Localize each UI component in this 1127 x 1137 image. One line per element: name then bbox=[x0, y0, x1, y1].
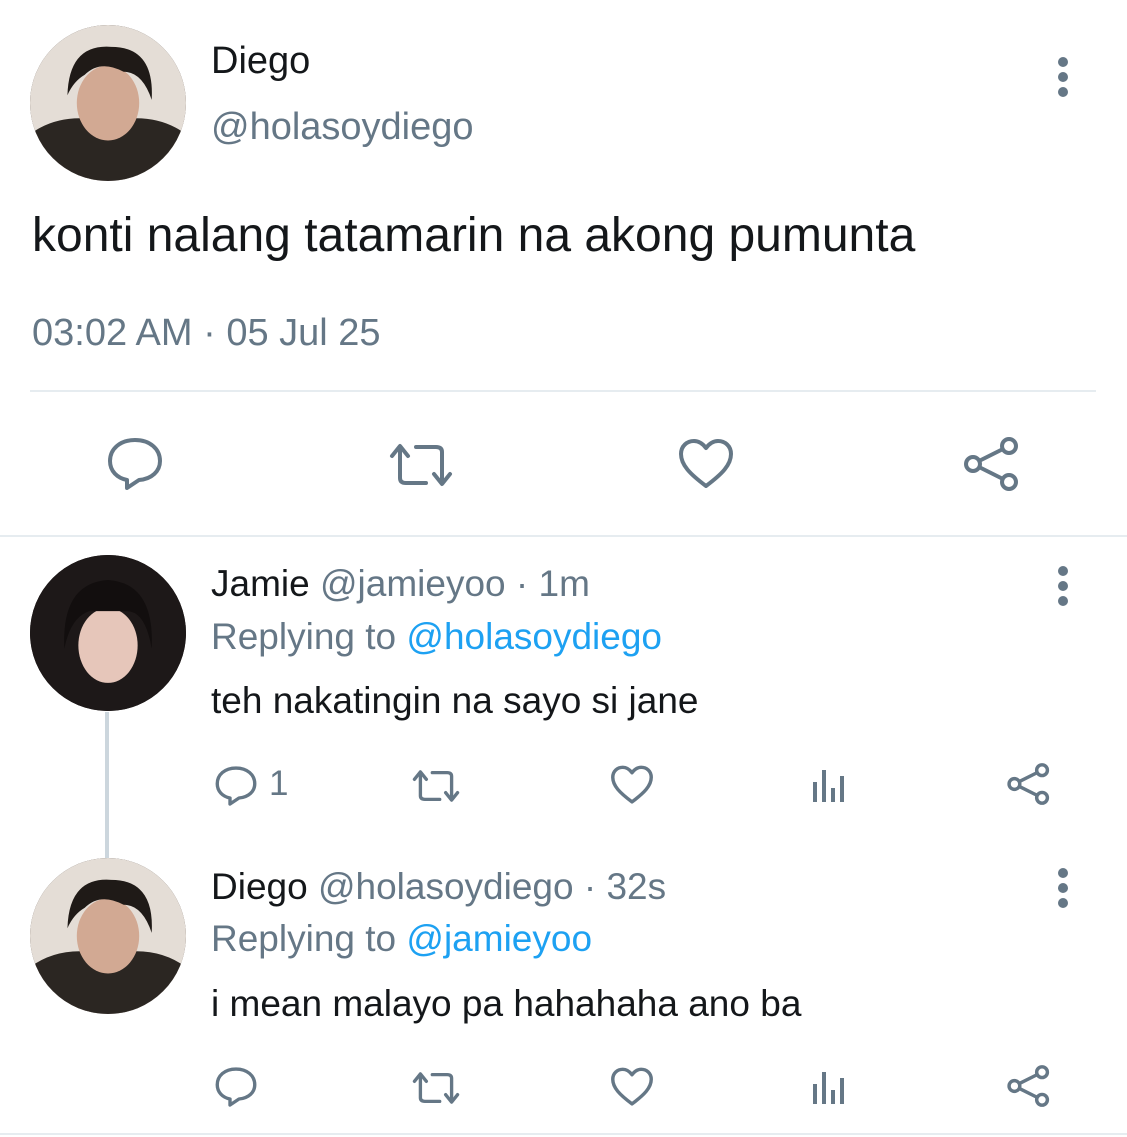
retweet-icon[interactable] bbox=[410, 1070, 462, 1106]
reply-header: Diego @holasoydiego · 32s bbox=[211, 866, 666, 908]
share-icon[interactable] bbox=[1006, 762, 1052, 806]
retweet-icon[interactable] bbox=[386, 442, 456, 488]
author-handle[interactable]: @holasoydiego bbox=[211, 106, 474, 149]
section-divider bbox=[0, 535, 1127, 537]
reply-count: 1 bbox=[269, 764, 289, 803]
tweet-text: konti nalang tatamarin na akong pumunta bbox=[32, 209, 916, 262]
thread-line bbox=[105, 712, 109, 858]
analytics-icon[interactable] bbox=[812, 766, 852, 804]
more-options-icon[interactable] bbox=[1057, 868, 1069, 913]
reply-icon[interactable] bbox=[106, 436, 164, 492]
author-handle[interactable]: @jamieyoo bbox=[320, 563, 506, 604]
retweet-icon[interactable] bbox=[410, 768, 462, 804]
avatar[interactable] bbox=[30, 25, 186, 181]
author-name[interactable]: Jamie bbox=[211, 563, 310, 604]
more-options-icon[interactable] bbox=[1057, 57, 1069, 102]
mention-link[interactable]: @holasoydiego bbox=[406, 616, 662, 657]
like-icon[interactable] bbox=[610, 765, 654, 805]
reply-text: teh nakatingin na sayo si jane bbox=[211, 680, 699, 721]
analytics-icon[interactable] bbox=[812, 1068, 852, 1106]
author-name[interactable]: Diego bbox=[211, 40, 310, 83]
replying-to: Replying to @jamieyoo bbox=[211, 918, 592, 960]
like-icon[interactable] bbox=[678, 438, 734, 490]
reply-icon[interactable] bbox=[214, 765, 258, 807]
like-icon[interactable] bbox=[610, 1067, 654, 1107]
author-handle[interactable]: @holasoydiego bbox=[318, 866, 574, 907]
mention-link[interactable]: @jamieyoo bbox=[406, 918, 592, 959]
reply-time[interactable]: · 32s bbox=[584, 866, 666, 907]
avatar[interactable] bbox=[30, 555, 186, 711]
share-icon[interactable] bbox=[962, 436, 1022, 492]
tweet-timestamp: 03:02 AM · 05 Jul 25 bbox=[32, 312, 381, 354]
more-options-icon[interactable] bbox=[1057, 566, 1069, 611]
avatar[interactable] bbox=[30, 858, 186, 1014]
divider bbox=[30, 390, 1096, 392]
reply-text: i mean malayo pa hahahaha ano ba bbox=[211, 983, 802, 1024]
reply-header: Jamie @jamieyoo · 1m bbox=[211, 563, 590, 605]
replying-to: Replying to @holasoydiego bbox=[211, 616, 662, 658]
replying-label: Replying to bbox=[211, 616, 397, 657]
reply-time[interactable]: · 1m bbox=[516, 563, 590, 604]
share-icon[interactable] bbox=[1006, 1064, 1052, 1108]
bottom-divider bbox=[0, 1133, 1127, 1135]
author-name[interactable]: Diego bbox=[211, 866, 308, 907]
reply-icon[interactable] bbox=[214, 1066, 258, 1108]
replying-label: Replying to bbox=[211, 918, 397, 959]
